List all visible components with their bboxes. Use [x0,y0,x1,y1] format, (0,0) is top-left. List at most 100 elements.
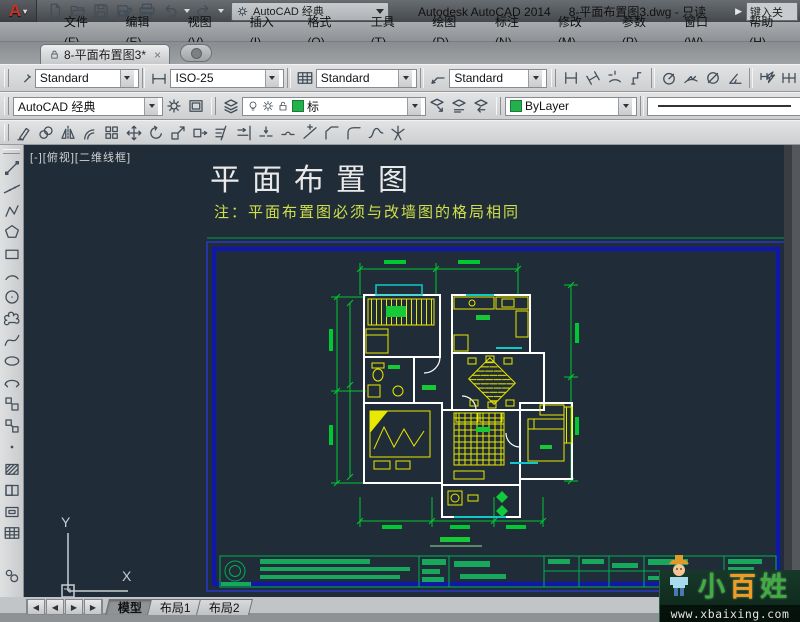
point-icon [3,438,21,456]
tab-layout1[interactable]: 布局1 [147,599,204,615]
toolbar-grip[interactable] [4,69,9,87]
aligned-dimension-button[interactable] [582,67,604,89]
mirror-button[interactable] [57,122,79,143]
construction-line-button[interactable] [1,179,22,201]
angular-dimension-button[interactable] [724,67,746,89]
make-object-layer-current-button[interactable] [426,95,448,117]
last-tab-button[interactable]: ▶ [84,599,103,615]
line-button[interactable] [1,157,22,179]
prev-tab-button[interactable]: ◀ [46,599,64,615]
workspace-settings-button[interactable] [163,95,185,117]
hatch-icon [3,460,21,478]
toolbar-grip[interactable] [3,149,19,154]
toolbar-grip[interactable] [551,69,556,87]
table-style-button[interactable] [294,67,316,89]
next-tab-button[interactable]: ▶ [65,599,83,615]
trim-icon [213,124,231,142]
mleader-style-select[interactable]: Standard [449,69,547,88]
toolbar-grip[interactable] [4,97,9,115]
chamfer-button[interactable] [321,122,343,143]
layer-match-icon [450,97,468,115]
ellipse-arc-button[interactable] [1,372,22,394]
hatch-button[interactable] [1,458,22,480]
layer-match-button[interactable] [448,95,470,117]
join-button[interactable] [299,122,321,143]
copy-button[interactable] [35,122,57,143]
continue-dimension-button[interactable] [778,67,800,89]
arc-button[interactable] [1,265,22,287]
spline-button[interactable] [1,329,22,351]
linetype-select[interactable] [647,97,800,116]
arc-length-dimension-button[interactable] [604,67,626,89]
create-block-button[interactable] [1,415,22,437]
mleader-style-value: Standard [454,71,503,85]
point-button[interactable] [1,437,22,459]
gradient-button[interactable] [1,480,22,502]
dim-style-button[interactable] [148,67,170,89]
insert-block-button[interactable] [1,394,22,416]
layer-unlock-icon [277,100,289,112]
chevron-down-icon [407,98,421,115]
chevron-down-icon [120,70,134,87]
viewport-controls[interactable]: [-][俯视][二维线框] [30,149,131,165]
layer-properties-button[interactable] [220,95,242,117]
first-tab-button[interactable]: ◀ [26,599,45,615]
radius-dimension-button[interactable] [658,67,680,89]
trim-button[interactable] [211,122,233,143]
polygon-button[interactable] [1,222,22,244]
blend-curves-button[interactable] [365,122,387,143]
polyline-button[interactable] [1,200,22,222]
mleader-style-button[interactable] [427,67,449,89]
extend-button[interactable] [233,122,255,143]
file-tab[interactable]: 8-平面布置图3* × [40,44,170,64]
workspace-select[interactable]: AutoCAD 经典 [13,97,163,116]
color-current-value: ByLayer [525,99,569,113]
diameter-dimension-button[interactable] [702,67,724,89]
table-style-select[interactable]: Standard [316,69,418,88]
layer-select[interactable]: 标 [242,97,426,116]
object-color-select[interactable]: ByLayer [505,97,637,116]
explode-button[interactable] [387,122,409,143]
watermark-url: www.xbaixing.com [660,605,800,622]
linear-dimension-button[interactable] [560,67,582,89]
scale-button[interactable] [167,122,189,143]
move-button[interactable] [123,122,145,143]
text-style-button[interactable]: A [13,67,35,89]
erase-button[interactable] [13,122,35,143]
dim-style-select[interactable]: ISO-25 [170,69,283,88]
offset-button[interactable] [79,122,101,143]
rotate-button[interactable] [145,122,167,143]
new-drawing-tab-button[interactable] [180,44,212,62]
break-at-point-button[interactable] [255,122,277,143]
application-menu-button[interactable]: A▾ [0,0,37,22]
ellipse-button[interactable] [1,351,22,373]
modify-toolbar [0,120,800,145]
break-icon [279,124,297,142]
toolbar-grip[interactable] [4,124,9,140]
revision-cloud-button[interactable] [1,308,22,330]
array-button[interactable] [101,122,123,143]
region-button[interactable] [1,501,22,523]
my-workspace-button[interactable] [185,95,207,117]
tab-layout2[interactable]: 布局2 [196,599,253,615]
watermark: 小 百 姓 www.xbaixing.com [659,570,800,622]
stretch-button[interactable] [189,122,211,143]
toolbar-grip[interactable] [496,97,501,115]
multiline-text-button[interactable]: A [1,544,22,566]
text-style-select[interactable]: Standard [35,69,139,88]
circle-button[interactable] [1,286,22,308]
ordinate-dimension-button[interactable] [626,67,648,89]
layer-previous-button[interactable] [470,95,492,117]
quick-dimension-button[interactable] [756,67,778,89]
jogged-dimension-button[interactable] [680,67,702,89]
fillet-button[interactable] [343,122,365,143]
rectangle-button[interactable] [1,243,22,265]
lock-icon [49,49,60,60]
break-button[interactable] [277,122,299,143]
table-button[interactable] [1,523,22,545]
chevron-down-icon [618,98,632,115]
drawing-canvas[interactable]: Y X [-][俯视][二维线框] 平面布置图 注：平面布置图必须与改墙图的格局… [24,145,792,597]
divide-button[interactable] [1,566,22,588]
close-icon[interactable]: × [154,48,161,62]
toolbar-grip[interactable] [211,97,216,115]
